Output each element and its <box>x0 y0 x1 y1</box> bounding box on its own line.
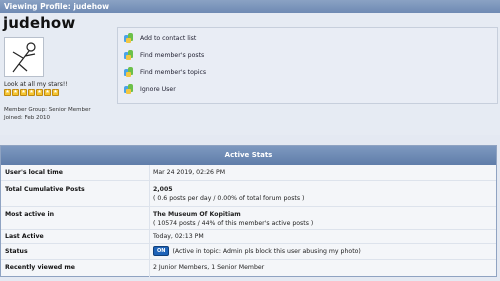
stats-header: Active Stats <box>1 146 496 165</box>
row-value: Today, 02:13 PM <box>153 233 204 240</box>
contacts-icon <box>124 84 134 94</box>
page-title: Viewing Profile: judehow <box>4 2 110 11</box>
row-label: Total Cumulative Posts <box>5 186 85 193</box>
status-text[interactable]: (Active in topic: Admin pls block this u… <box>172 248 360 255</box>
action-label: Add to contact list <box>140 34 197 42</box>
row-label: Most active in <box>5 211 55 218</box>
star-icon: ★ <box>44 89 51 96</box>
row-subvalue: ( 0.6 posts per day / 0.00% of total for… <box>153 195 305 202</box>
find-member-posts-link[interactable]: Find member's posts <box>124 49 204 61</box>
member-group: Member Group: Senior Member <box>4 107 91 113</box>
star-icon: ★ <box>52 89 59 96</box>
row-divider <box>1 180 496 181</box>
row-divider <box>1 243 496 244</box>
action-label: Ignore User <box>140 85 176 93</box>
joined-date: Joined: Feb 2010 <box>4 115 50 121</box>
avatar-figure-icon <box>5 38 43 76</box>
ignore-user-link[interactable]: Ignore User <box>124 83 176 95</box>
row-divider <box>1 206 496 207</box>
row-subvalue: ( 10574 posts / 44% of this member's act… <box>153 220 314 227</box>
avatar <box>4 37 44 77</box>
row-label: Status <box>5 248 28 255</box>
star-icon: ★ <box>28 89 35 96</box>
row-divider <box>1 259 496 260</box>
action-label: Find member's posts <box>140 51 205 59</box>
username: judehow <box>3 14 76 32</box>
contacts-icon <box>124 67 134 77</box>
row-value: 2 Junior Members, 1 Senior Member <box>153 264 265 271</box>
profile-tagline: Look at all my stars!! <box>4 81 68 88</box>
row-label: Last Active <box>5 233 44 240</box>
star-icon: ★ <box>20 89 27 96</box>
contacts-icon <box>124 33 134 43</box>
row-label: Recently viewed me <box>5 264 75 271</box>
row-value: Mar 24 2019, 02:26 PM <box>153 169 226 176</box>
contacts-icon <box>124 50 134 60</box>
star-rating: ★ ★ ★ ★ ★ ★ ★ <box>4 89 59 96</box>
online-status-badge: ON <box>153 246 170 256</box>
star-icon: ★ <box>36 89 43 96</box>
forum-link[interactable]: The Museum Of Kopitiam <box>153 211 241 218</box>
add-to-contact-list-link[interactable]: Add to contact list <box>124 32 196 44</box>
row-divider <box>1 229 496 230</box>
column-divider <box>149 165 150 277</box>
page-title-bar: Viewing Profile: judehow <box>0 0 500 13</box>
find-member-topics-link[interactable]: Find member's topics <box>124 66 206 78</box>
active-stats-table: Active Stats User's local time Mar 24 20… <box>0 145 497 277</box>
row-label: User's local time <box>5 169 63 176</box>
row-value: 2,005 <box>153 186 173 193</box>
star-icon: ★ <box>4 89 11 96</box>
action-label: Find member's topics <box>140 68 207 76</box>
profile-actions-panel: Add to contact list Find member's posts … <box>117 27 498 104</box>
star-icon: ★ <box>12 89 19 96</box>
status-value: ON (Active in topic: Admin pls block this… <box>153 246 361 256</box>
